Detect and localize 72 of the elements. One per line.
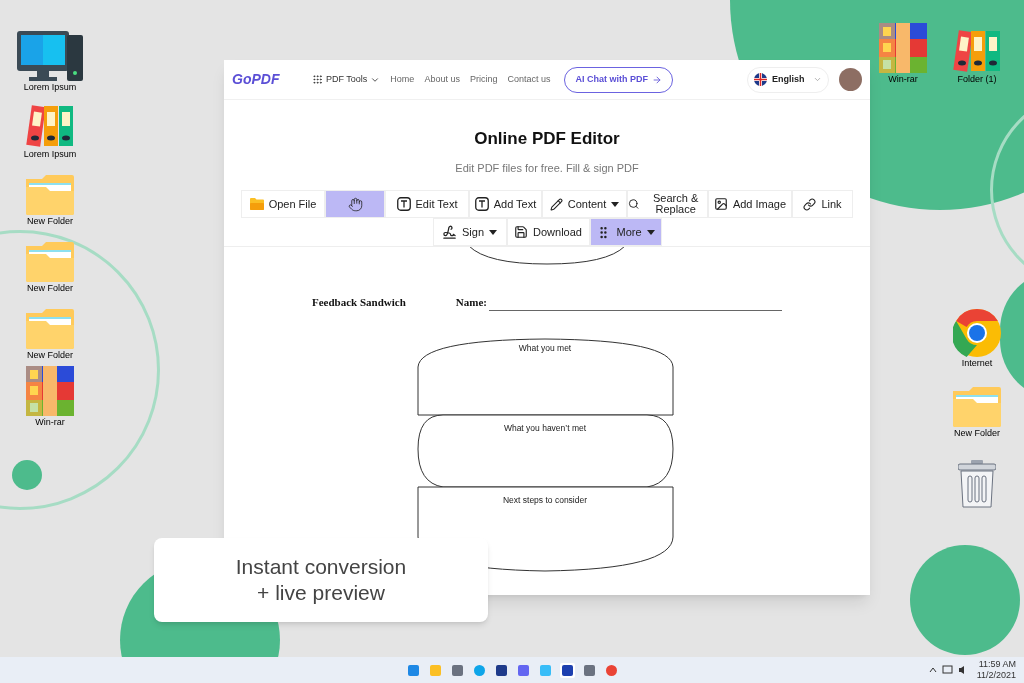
signature-icon (442, 224, 457, 240)
taskbar-app-icon[interactable] (559, 662, 575, 678)
toolbar-button[interactable]: Add Text (469, 190, 542, 218)
computer-icon (17, 31, 83, 81)
nav-link[interactable]: About us (424, 72, 460, 87)
flag-icon (754, 73, 767, 86)
floppy-icon (514, 225, 529, 239)
desktop-icon-label[interactable]: Folder (1) (957, 75, 997, 84)
taskbar-app-icon[interactable] (515, 662, 531, 678)
caret-icon (646, 229, 655, 235)
caption-text: + live preview (257, 580, 385, 606)
toolbar-button[interactable]: More (589, 218, 662, 246)
image-icon (713, 197, 728, 211)
folder-icon (26, 175, 74, 215)
folder-icon (26, 242, 74, 282)
nav-link[interactable]: Pricing (469, 72, 498, 87)
grid-icon (312, 74, 323, 85)
logo[interactable]: GoPDF (232, 69, 302, 90)
nav-link[interactable]: Home (390, 72, 415, 87)
toolbar-button[interactable]: Search & Replace (627, 190, 708, 218)
section-label: What you met (518, 342, 572, 353)
toolbar-button[interactable]: Edit Text (385, 190, 469, 218)
folder-icon (249, 198, 264, 210)
desktop-icon-label[interactable]: Win-rar (35, 418, 65, 427)
page-title: Online PDF Editor (474, 128, 620, 150)
clock-time[interactable]: 11:59 AM (978, 659, 1016, 670)
taskbar-app-icon[interactable] (581, 662, 597, 678)
desktop-icon-label[interactable]: New Folder (27, 351, 73, 360)
toolbar-button[interactable]: Link (792, 190, 853, 218)
page-subtitle: Edit PDF files for free. Fill & sign PDF (455, 160, 639, 176)
taskbar-app-icon[interactable] (493, 662, 509, 678)
chevron-icon (813, 75, 822, 84)
desktop-icon-label[interactable]: New Folder (27, 217, 73, 226)
toolbar-button[interactable]: Open File (241, 190, 325, 218)
desktop-icon-label[interactable]: New Folder (954, 429, 1000, 438)
toolbar-button[interactable]: Add Image (708, 190, 792, 218)
hand-icon (347, 196, 363, 212)
desktop-icon-label[interactable]: Lorem Ipsum (23, 83, 77, 92)
trash-icon (958, 460, 996, 508)
caret-icon (611, 201, 620, 207)
desktop-icon-label[interactable]: Win-rar (888, 75, 918, 84)
avatar[interactable] (839, 68, 862, 91)
chrome-icon (953, 309, 1001, 357)
toolbar-button[interactable] (325, 190, 385, 218)
toolbar-button[interactable]: Content (542, 190, 627, 218)
folder-icon (953, 387, 1001, 427)
pencil-icon (549, 197, 563, 211)
desktop-icon-label[interactable]: Lorem Ipsum (23, 150, 77, 159)
search-icon (628, 196, 640, 212)
name-label: Name: (455, 295, 487, 310)
arrow-icon (651, 74, 662, 85)
folder-icon (26, 309, 74, 349)
document-heading: Feedback Sandwich (312, 295, 406, 310)
text-icon (396, 197, 411, 211)
taskbar-app-icon[interactable] (449, 662, 465, 678)
archive-icon (26, 366, 74, 416)
binders-icon (26, 104, 74, 148)
desktop-icon-label[interactable]: New Folder (27, 284, 73, 293)
caption-text: Instant conversion (235, 554, 407, 580)
toolbar-button[interactable]: Download (506, 218, 590, 246)
nav-link[interactable]: Contact us (507, 72, 551, 87)
desktop-icon-label[interactable]: Internet (961, 359, 993, 368)
caret-icon (489, 229, 497, 235)
tools-menu[interactable]: PDF Tools (312, 72, 381, 87)
toolbar-button[interactable]: Sign (432, 218, 507, 246)
link-icon (803, 197, 817, 211)
binders-icon (953, 29, 1001, 73)
archive-icon (879, 23, 927, 73)
text-icon (474, 197, 489, 211)
section-label: What you haven’t met (503, 422, 587, 433)
clock-date[interactable]: 11/2/2021 (976, 670, 1016, 681)
section-label: Next steps to consider (502, 494, 588, 505)
